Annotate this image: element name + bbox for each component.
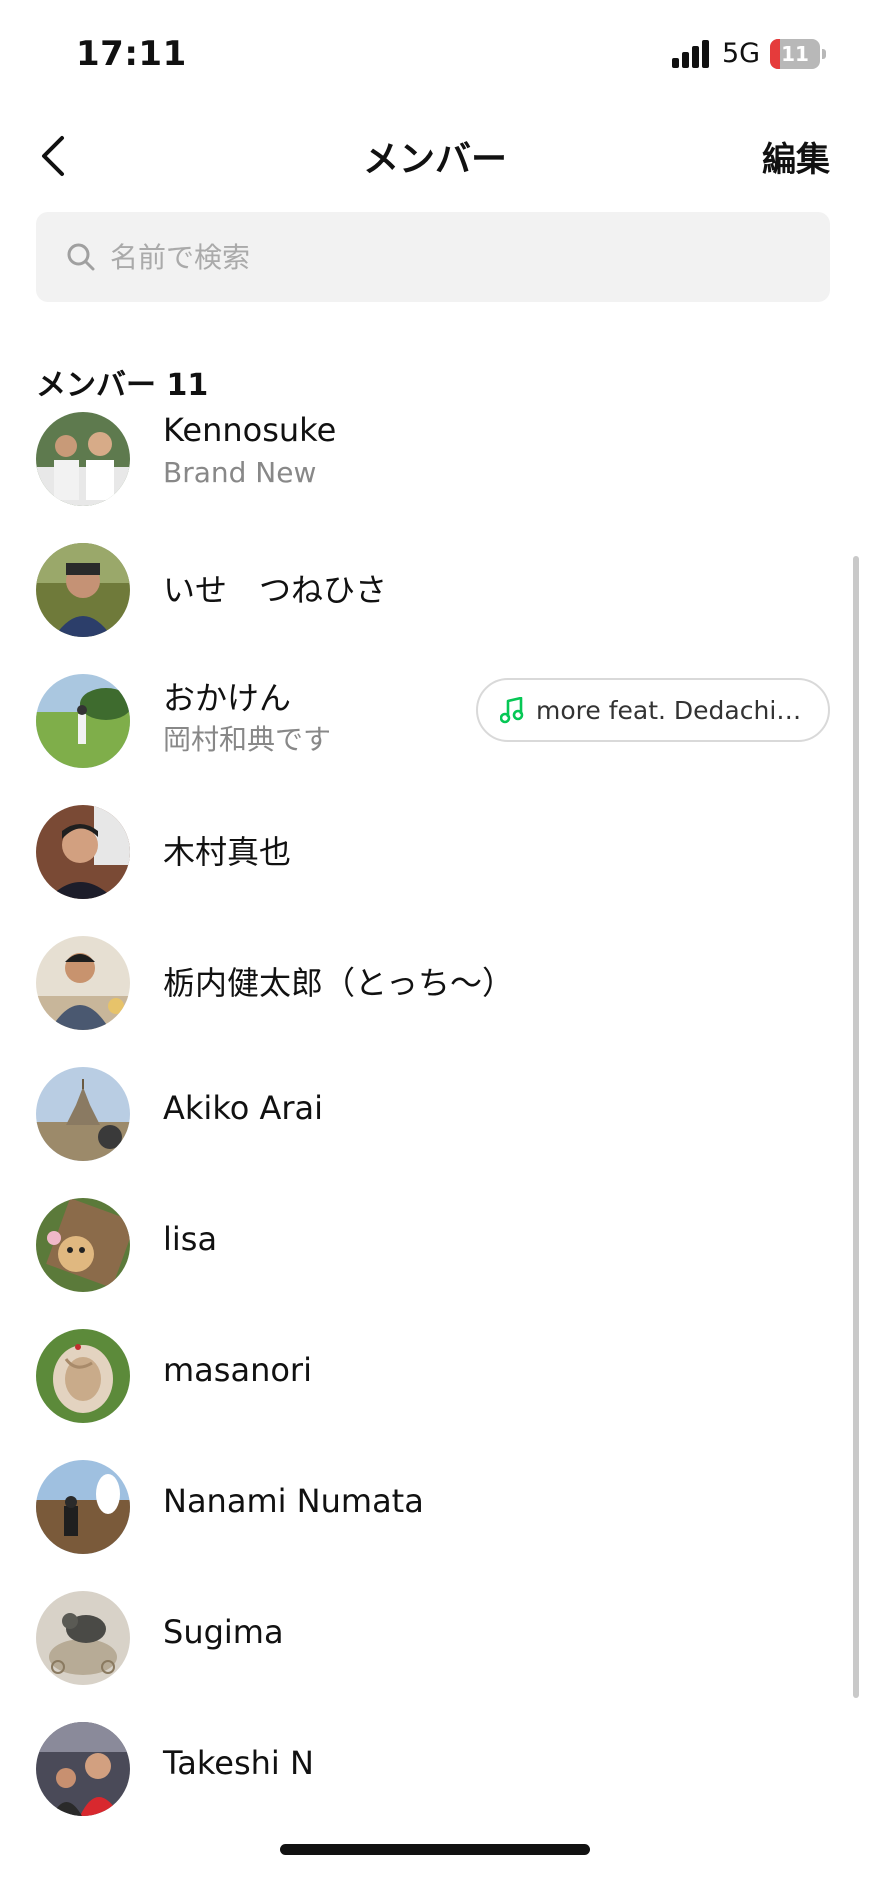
avatar — [36, 1722, 130, 1816]
avatar — [36, 1198, 130, 1292]
member-row[interactable]: Nanami Numata — [0, 1456, 870, 1587]
status-time: 17:11 — [76, 34, 187, 74]
member-name: Akiko Arai — [163, 1089, 323, 1127]
member-status: Brand New — [163, 456, 317, 489]
avatar — [36, 1329, 130, 1423]
member-row[interactable]: いせ つねひさ — [0, 539, 870, 670]
member-name: masanori — [163, 1351, 312, 1389]
avatar — [36, 412, 130, 506]
avatar — [36, 674, 130, 768]
avatar — [36, 936, 130, 1030]
member-row[interactable]: Kennosuke Brand New — [0, 408, 870, 539]
battery-level: 11 — [781, 42, 809, 66]
member-row[interactable]: Akiko Arai — [0, 1063, 870, 1194]
home-indicator — [280, 1844, 590, 1855]
music-note-icon — [500, 697, 524, 724]
member-status: 岡村和典です — [163, 723, 332, 756]
avatar — [36, 1460, 130, 1554]
member-name: lisa — [163, 1220, 218, 1258]
status-bar: 17:11 5G 11 — [0, 0, 870, 100]
member-name: いせ つねひさ — [163, 571, 388, 609]
nav-header: メンバー 編集 — [0, 110, 870, 200]
member-name: Kennosuke — [163, 411, 337, 449]
member-name: Nanami Numata — [163, 1482, 424, 1520]
signal-icon — [672, 40, 712, 68]
member-name: おかけん — [163, 679, 292, 717]
member-name: Sugima — [163, 1613, 284, 1651]
member-row[interactable]: 栃内健太郎（とっち〜） — [0, 932, 870, 1063]
music-title: more feat. DedachiKe... — [536, 696, 816, 725]
avatar — [36, 543, 130, 637]
member-row[interactable]: Sugima — [0, 1587, 870, 1718]
avatar — [36, 1591, 130, 1685]
music-status-pill[interactable]: more feat. DedachiKe... — [476, 678, 830, 742]
member-name: Takeshi N — [163, 1744, 314, 1782]
member-name: 木村真也 — [163, 833, 292, 871]
search-icon — [67, 243, 95, 271]
member-row[interactable]: Takeshi N — [0, 1718, 870, 1849]
search-input[interactable] — [110, 226, 800, 288]
network-label: 5G — [722, 38, 761, 69]
member-name: 栃内健太郎（とっち〜） — [163, 964, 515, 1002]
member-count-header: メンバー 11 — [36, 368, 209, 403]
scrollbar[interactable] — [853, 556, 859, 1698]
search-bar[interactable] — [36, 212, 830, 302]
member-row[interactable]: lisa — [0, 1194, 870, 1325]
avatar — [36, 805, 130, 899]
edit-button[interactable]: 編集 — [762, 132, 830, 181]
battery-icon: 11 — [770, 39, 826, 69]
member-row[interactable]: 木村真也 — [0, 801, 870, 932]
member-row[interactable]: masanori — [0, 1325, 870, 1456]
avatar — [36, 1067, 130, 1161]
page-title: メンバー — [362, 139, 507, 180]
